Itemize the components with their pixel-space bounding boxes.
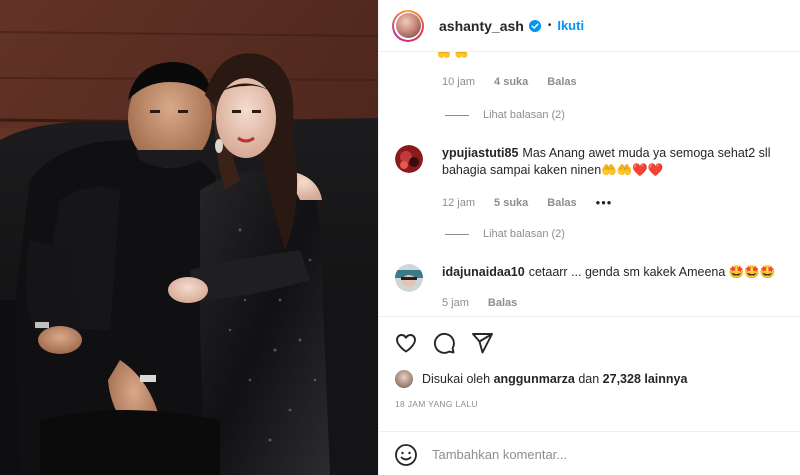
profile-avatar[interactable] — [392, 9, 424, 42]
follow-button[interactable]: Ikuti — [557, 18, 584, 33]
comment-meta: 12 jam 5 suka Balas ••• — [442, 195, 631, 210]
more-options-icon[interactable]: ••• — [596, 195, 613, 210]
comment-input[interactable] — [432, 447, 772, 462]
couple-photo-illustration — [0, 0, 378, 475]
comment-likes[interactable]: 5 suka — [494, 197, 528, 209]
comment-text: cetaarr ... genda sm kakek Ameena 🤩🤩🤩 — [528, 265, 776, 279]
post-photo[interactable] — [0, 0, 378, 475]
action-icons — [394, 331, 508, 355]
commenter-avatar-image — [395, 264, 423, 292]
view-replies-label: Lihat balasan (2) — [483, 109, 565, 121]
post-side-panel: ashanty_ash • Ikuti 🤲🤲 10 jam 4 suka Bal… — [378, 0, 800, 475]
comment-time: 5 jam — [442, 297, 469, 309]
liked-by-user[interactable]: anggunmarza — [494, 372, 575, 386]
post-header: ashanty_ash • Ikuti — [379, 0, 800, 52]
replies-divider — [445, 233, 469, 235]
commenter-avatar[interactable] — [395, 264, 423, 292]
add-comment-bar — [379, 431, 800, 475]
view-replies-label: Lihat balasan (2) — [483, 228, 565, 240]
verified-badge-icon — [528, 19, 541, 32]
commenter-avatar-image — [395, 145, 423, 173]
profile-avatar-image — [395, 13, 421, 38]
post-timestamp[interactable]: 18 JAM YANG LALU — [395, 399, 478, 409]
liked-by-prefix: Disukai oleh — [422, 372, 491, 386]
profile-username[interactable]: ashanty_ash — [439, 18, 524, 34]
comment-meta: 5 jam Balas — [442, 297, 536, 309]
commenter-avatar[interactable] — [395, 145, 423, 173]
reply-button[interactable]: Balas — [547, 76, 576, 88]
comment-icon[interactable] — [432, 331, 456, 355]
commenter-username[interactable]: idajunaidaa10 — [442, 265, 525, 279]
replies-divider — [445, 114, 469, 116]
view-replies-button[interactable]: Lihat balasan (2) — [445, 109, 565, 121]
liked-by-count[interactable]: 27,328 lainnya — [603, 372, 688, 386]
comment-time: 10 jam — [442, 76, 476, 88]
likes-summary[interactable]: Disukai oleh anggunmarza dan 27,328 lain… — [395, 370, 687, 388]
comment-meta: 10 jam 4 suka Balas — [442, 76, 596, 88]
reply-button[interactable]: Balas — [488, 297, 517, 309]
view-replies-button[interactable]: Lihat balasan (2) — [445, 228, 565, 240]
partial-comment-emoji: 🤲🤲 — [437, 52, 473, 60]
header-separator: • — [547, 20, 552, 31]
liker-avatar[interactable] — [395, 370, 413, 388]
post-actions: Disukai oleh anggunmarza dan 27,328 lain… — [379, 316, 800, 475]
comment-likes[interactable]: 4 suka — [494, 76, 528, 88]
commenter-username[interactable]: ypujiastuti85 — [442, 146, 518, 160]
reply-button[interactable]: Balas — [547, 197, 576, 209]
heart-icon[interactable] — [394, 331, 418, 355]
emoji-icon[interactable] — [394, 443, 418, 467]
comments-list[interactable]: 🤲🤲 10 jam 4 suka Balas Lihat balasan (2)… — [379, 52, 800, 314]
share-icon[interactable] — [470, 331, 494, 355]
comment-time: 12 jam — [442, 196, 476, 209]
liked-by-and: dan — [578, 372, 600, 386]
